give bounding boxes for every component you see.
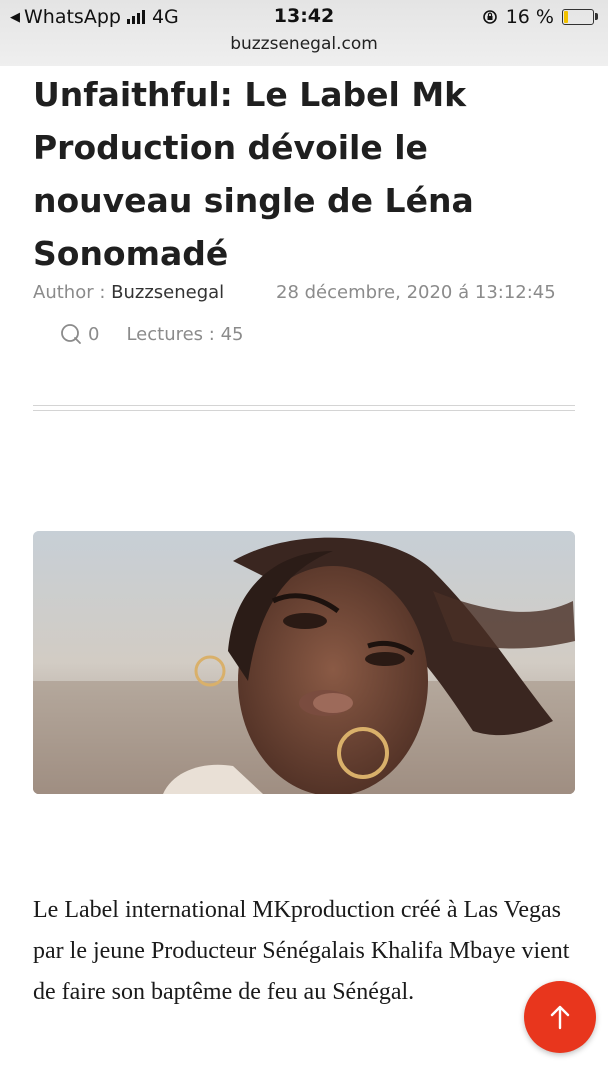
url-bar[interactable]: buzzsenegal.com [0, 34, 608, 54]
author-name[interactable]: Buzzsenegal [111, 282, 224, 303]
article-photo [33, 531, 575, 794]
comment-icon[interactable] [60, 323, 82, 345]
article-meta: Author : Buzzsenegal 28 décembre, 2020 á… [33, 282, 556, 303]
publish-date: 28 décembre, 2020 á 13:12:45 [276, 282, 556, 303]
scroll-top-button[interactable] [524, 981, 596, 1053]
divider [33, 405, 575, 411]
comments-count[interactable]: 0 [88, 324, 99, 345]
article-body: Le Label international MKproduction créé… [33, 897, 570, 1005]
battery-fill [564, 11, 568, 23]
status-right: 16 % [482, 6, 598, 28]
battery-icon [562, 9, 598, 25]
article-image [33, 531, 575, 794]
reads-count: Lectures : 45 [126, 323, 244, 345]
article-stats: 0 Lectures : 45 [60, 323, 243, 345]
author-label: Author : [33, 282, 106, 303]
battery-percent: 16 % [505, 6, 554, 28]
status-bar: ◀ WhatsApp 4G 13:42 16 % buzzsenegal.com [0, 0, 608, 66]
article-title: Unfaithful: Le Label Mk Production dévoi… [33, 75, 474, 273]
rotation-lock-icon [482, 10, 497, 24]
arrow-up-icon [550, 1005, 570, 1030]
